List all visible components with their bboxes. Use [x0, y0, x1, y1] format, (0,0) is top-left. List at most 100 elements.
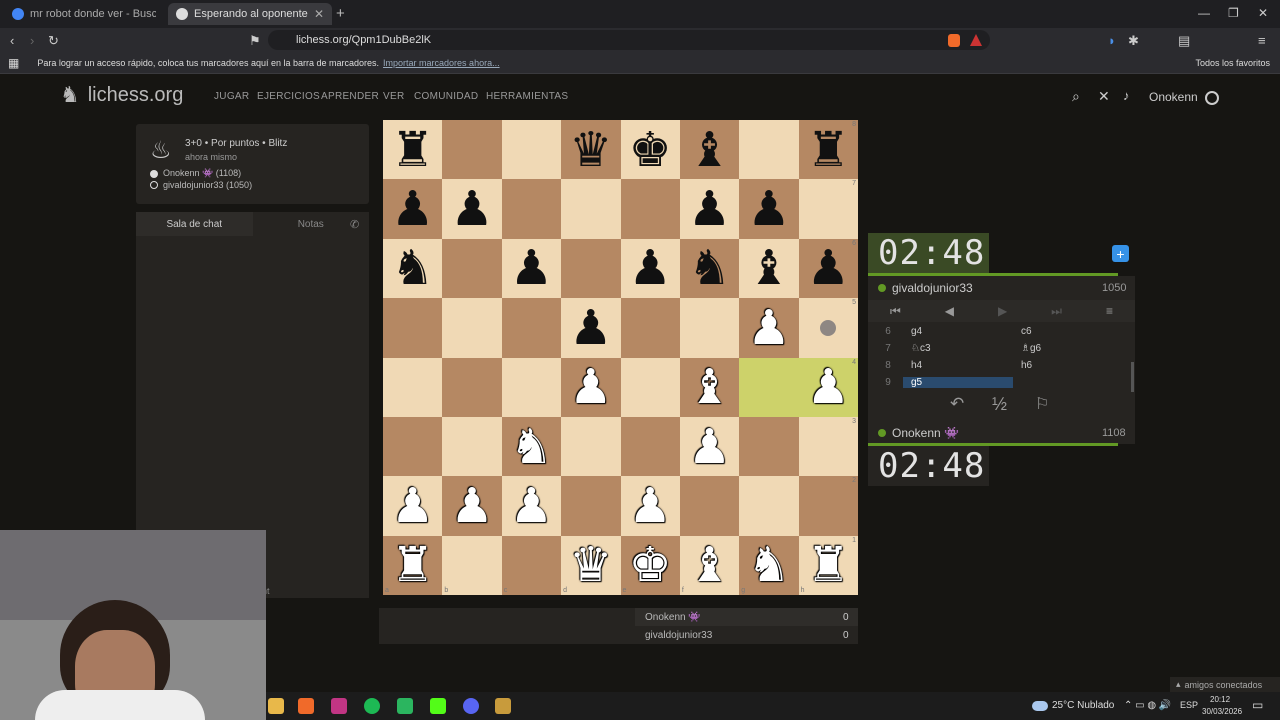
square-e2[interactable]: ♟: [620, 476, 680, 536]
chess-board[interactable]: ♜ ♛ ♚ ♝ ♜ 8 ♟ ♟ ♟ ♟ 7 ♞ ♟ ♟ ♞ ♝ ♟ 6 ♟ ♟ 5 ♟ ♝ ♟ 4 ♞ ♟ 3 ♟ ♟ ♟ ♟ 2 ♜ a b c ♛ d ♚…: [383, 120, 858, 595]
brave-shield-icon[interactable]: [948, 34, 960, 47]
square-b4[interactable]: [442, 357, 502, 417]
black-pawn-piece[interactable]: ♟: [629, 244, 672, 292]
square-g6[interactable]: ♝: [739, 238, 799, 299]
white-bishop-piece[interactable]: ♝: [688, 541, 731, 589]
black-pawn-piece[interactable]: ♟: [391, 185, 434, 233]
white-knight-piece[interactable]: ♞: [747, 541, 790, 589]
white-pawn-piece[interactable]: ♟: [569, 363, 612, 411]
notification-center-icon[interactable]: ▭: [1252, 698, 1263, 712]
reload-icon[interactable]: ↻: [48, 33, 59, 49]
whatsapp-icon[interactable]: [397, 698, 413, 714]
url-bar[interactable]: lichess.org/Qpm1DubBe2lK: [268, 30, 990, 50]
square-d2[interactable]: [561, 476, 621, 536]
black-queen-piece[interactable]: ♛: [569, 126, 612, 174]
search-icon[interactable]: ⌕: [1072, 88, 1080, 105]
square-a5[interactable]: [383, 298, 443, 358]
square-a1[interactable]: ♜ a: [383, 535, 443, 595]
square-c2[interactable]: ♟: [501, 476, 562, 536]
square-h1[interactable]: ♜ 1 h: [798, 535, 858, 595]
white-king-piece[interactable]: ♚: [629, 541, 672, 589]
close-window-icon[interactable]: ✕: [1258, 6, 1268, 20]
restore-icon[interactable]: ❐: [1228, 6, 1239, 20]
square-d4[interactable]: ♟: [561, 357, 621, 417]
import-bookmarks-link[interactable]: Importar marcadores ahora...: [383, 58, 500, 68]
browser-tab-lichess[interactable]: Esperando al oponente - Jug ✕: [168, 3, 332, 25]
square-f3[interactable]: ♟: [679, 416, 740, 477]
black-pawn-piece[interactable]: ♟: [569, 304, 612, 352]
black-move[interactable]: ♗g6: [1013, 343, 1123, 354]
white-pawn-piece[interactable]: ♟: [747, 304, 790, 352]
square-g5[interactable]: ♟: [739, 298, 799, 358]
square-e6[interactable]: ♟: [620, 238, 680, 299]
extensions-icon[interactable]: ✱: [1128, 33, 1139, 49]
black-bishop-piece[interactable]: ♝: [688, 126, 731, 174]
square-h7[interactable]: 7: [798, 179, 858, 239]
black-pawn-piece[interactable]: ♟: [451, 185, 494, 233]
square-d6[interactable]: [561, 238, 621, 299]
square-d8[interactable]: ♛: [561, 120, 621, 180]
white-rook-piece[interactable]: ♜: [807, 541, 850, 589]
last-move-icon[interactable]: ⏭: [1051, 304, 1062, 319]
notifications-icon[interactable]: ♪: [1123, 88, 1130, 103]
black-pawn-piece[interactable]: ♟: [807, 244, 850, 292]
white-player-line[interactable]: Onokenn 👾 (1108): [150, 168, 241, 179]
nav-puzzles[interactable]: EJERCICIOS: [257, 91, 320, 102]
square-d5[interactable]: ♟: [561, 298, 621, 358]
square-e1[interactable]: ♚ e: [620, 535, 680, 595]
white-move[interactable]: ♘c3: [903, 343, 1013, 354]
white-pawn-piece[interactable]: ♟: [629, 482, 672, 530]
square-c5[interactable]: [501, 298, 562, 358]
black-king-piece[interactable]: ♚: [629, 126, 672, 174]
tray-icons[interactable]: ⌃ ▭ ◍ 🔊: [1124, 700, 1171, 711]
league-icon[interactable]: [495, 698, 511, 714]
sidebar-icon[interactable]: ▤: [1178, 33, 1190, 49]
forward-icon[interactable]: ›: [30, 33, 34, 48]
add-time-button[interactable]: +: [1112, 245, 1129, 262]
black-player-line[interactable]: givaldojunior33 (1050): [150, 180, 252, 190]
extension-icon[interactable]: ◗: [1108, 33, 1116, 48]
site-logo[interactable]: ♞ lichess.org: [60, 82, 183, 108]
square-f7[interactable]: ♟: [679, 179, 740, 239]
square-a4[interactable]: [383, 357, 443, 417]
move-destination-dot[interactable]: [820, 319, 837, 336]
square-h5[interactable]: 5: [798, 298, 858, 358]
square-c8[interactable]: [501, 120, 562, 180]
square-f1[interactable]: ♝ f: [679, 535, 740, 595]
square-d1[interactable]: ♛ d: [561, 535, 621, 595]
next-move-icon[interactable]: ▶: [998, 304, 1007, 318]
square-e3[interactable]: [620, 416, 680, 477]
square-b1[interactable]: b: [442, 535, 502, 595]
square-e7[interactable]: [620, 179, 680, 239]
back-icon[interactable]: ‹: [10, 33, 14, 48]
player-line[interactable]: Onokenn 👾: [878, 426, 959, 440]
black-pawn-piece[interactable]: ♟: [688, 185, 731, 233]
nav-watch[interactable]: VER: [383, 91, 404, 102]
discord-icon[interactable]: [463, 698, 479, 714]
square-c3[interactable]: ♞: [501, 416, 562, 477]
black-knight-piece[interactable]: ♞: [688, 244, 731, 292]
file-explorer-icon[interactable]: [268, 698, 284, 714]
white-pawn-piece[interactable]: ♟: [451, 482, 494, 530]
white-queen-piece[interactable]: ♛: [569, 541, 612, 589]
language-indicator[interactable]: ESP: [1180, 700, 1198, 710]
square-h4[interactable]: ♟ 4: [798, 357, 858, 417]
square-h6[interactable]: ♟ 6: [798, 238, 858, 299]
square-g3[interactable]: [739, 416, 799, 477]
square-e4[interactable]: [620, 357, 680, 417]
offer-draw-button[interactable]: ½: [992, 394, 1007, 415]
square-a7[interactable]: ♟: [383, 179, 443, 239]
white-move[interactable]: g5: [903, 377, 1013, 388]
black-knight-piece[interactable]: ♞: [391, 244, 434, 292]
all-favorites[interactable]: Todos los favoritos: [1195, 58, 1270, 68]
square-c4[interactable]: [501, 357, 562, 417]
nav-community[interactable]: COMUNIDAD: [414, 91, 478, 102]
bookmark-icon[interactable]: ⚑: [249, 33, 261, 49]
white-pawn-piece[interactable]: ♟: [807, 363, 850, 411]
apps-icon[interactable]: ▦: [8, 56, 19, 70]
nav-tools[interactable]: HERRAMIENTAS: [486, 91, 568, 102]
square-g7[interactable]: ♟: [739, 179, 799, 239]
square-h2[interactable]: 2: [798, 476, 858, 536]
brave-taskbar-icon[interactable]: [298, 698, 314, 714]
white-pawn-piece[interactable]: ♟: [510, 482, 553, 530]
